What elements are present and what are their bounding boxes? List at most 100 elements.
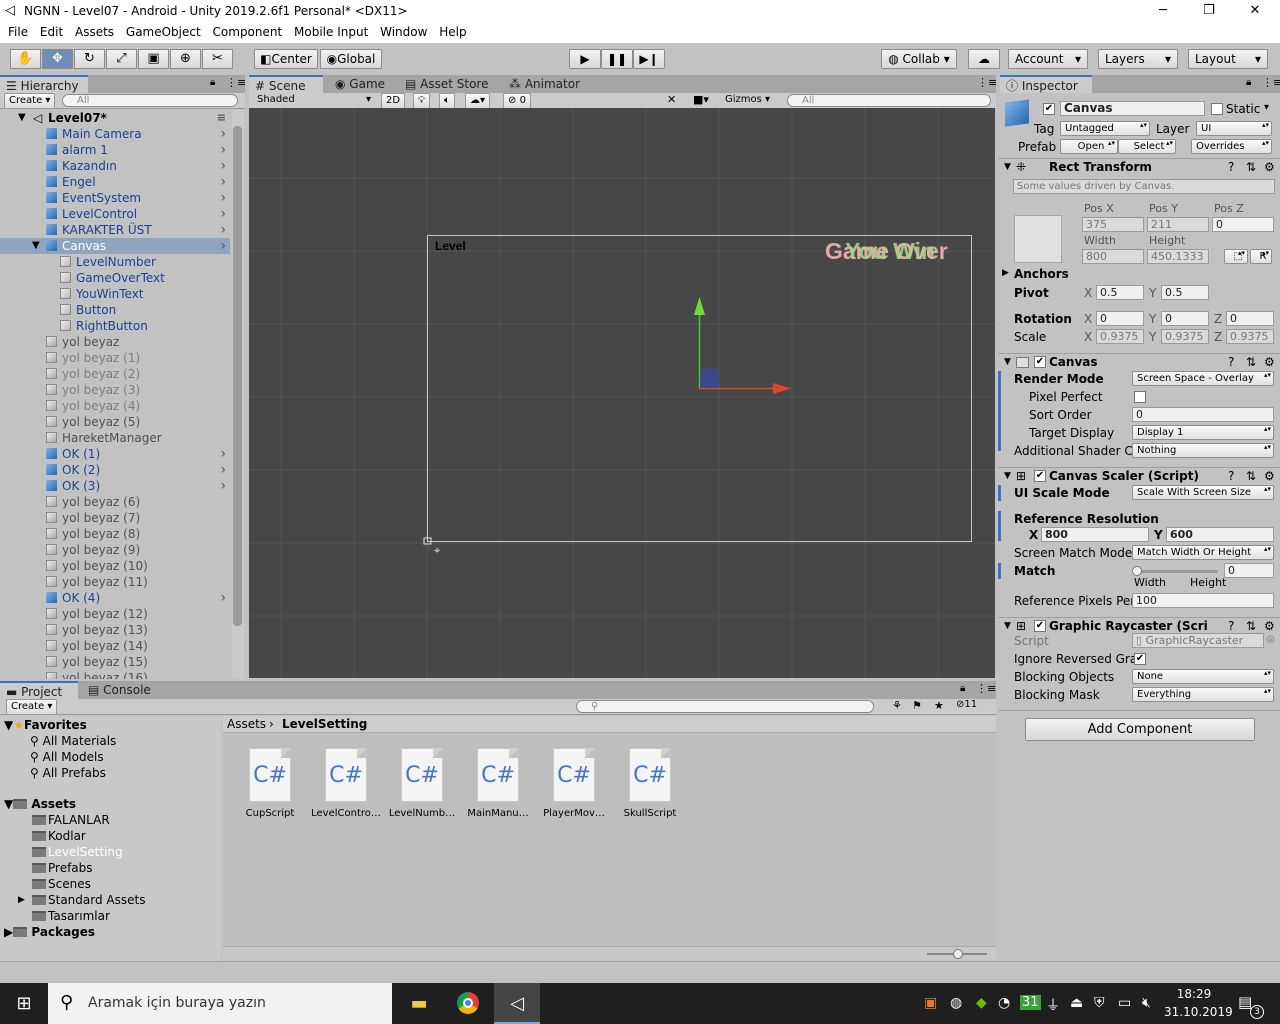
menu-mobile-input[interactable]: Mobile Input bbox=[286, 22, 368, 39]
clock-date[interactable]: 31.10.2019 bbox=[1164, 1005, 1233, 1019]
posz-field[interactable]: 0 bbox=[1212, 217, 1274, 232]
usb-icon[interactable]: ⏏ bbox=[1070, 995, 1083, 1011]
hierarchy-item[interactable]: yol beyaz (14) bbox=[0, 638, 230, 654]
target-display-dropdown[interactable]: Display 1 bbox=[1132, 425, 1274, 440]
tag-dropdown[interactable]: Untagged bbox=[1060, 121, 1150, 136]
render-mode-dropdown[interactable]: Screen Space - Overlay bbox=[1132, 371, 1274, 386]
hierarchy-item[interactable]: yol beyaz (9) bbox=[0, 542, 230, 558]
hierarchy-item[interactable]: yol beyaz (2) bbox=[0, 366, 230, 382]
pivot-center-button[interactable]: ◧Center bbox=[254, 49, 318, 69]
ref-res-y-field[interactable]: 600 bbox=[1166, 527, 1274, 542]
breadcrumb-assets[interactable]: Assets bbox=[227, 716, 266, 732]
nvidia-icon[interactable]: ◆ bbox=[976, 995, 987, 1011]
maximize-button[interactable]: ❐ bbox=[1186, 0, 1232, 22]
tray-icon[interactable]: ⏚ bbox=[1046, 995, 1060, 1015]
posy-field[interactable]: 211 bbox=[1147, 217, 1209, 232]
hierarchy-item[interactable]: YouWinText bbox=[0, 286, 230, 302]
hierarchy-item[interactable]: ▼ Canvas › bbox=[0, 238, 230, 254]
object-picker-icon[interactable]: ◎ bbox=[1266, 634, 1275, 645]
open-prefab-arrow-icon[interactable]: › bbox=[220, 126, 226, 142]
tab-inspector[interactable]: ⓘ Inspector bbox=[1000, 75, 1092, 93]
settings-gear-icon[interactable]: ⚙ bbox=[1264, 354, 1275, 371]
open-prefab-arrow-icon[interactable]: › bbox=[220, 238, 226, 254]
panel-menu-icon[interactable]: ⋮≡ bbox=[226, 76, 246, 89]
pivot-y-field[interactable]: 0.5 bbox=[1161, 285, 1209, 300]
prefab-select-button[interactable]: Select bbox=[1118, 139, 1176, 154]
open-prefab-arrow-icon[interactable]: › bbox=[220, 190, 226, 206]
hierarchy-item[interactable]: EventSystem › bbox=[0, 190, 230, 206]
tray-icon[interactable]: ◔ bbox=[998, 995, 1010, 1011]
hierarchy-item[interactable]: yol beyaz (16) bbox=[0, 670, 230, 679]
hierarchy-create-button[interactable]: Create ▾ bbox=[4, 93, 56, 109]
menu-edit[interactable]: Edit bbox=[32, 22, 63, 39]
open-prefab-arrow-icon[interactable]: › bbox=[220, 206, 226, 222]
hierarchy-item[interactable]: yol beyaz (8) bbox=[0, 526, 230, 542]
script-asset[interactable]: C# LevelContro… bbox=[310, 748, 382, 819]
static-checkbox[interactable] bbox=[1211, 103, 1223, 115]
settings-gear-icon[interactable]: ⚙ bbox=[1264, 159, 1275, 176]
panel-menu-icon[interactable]: ⋮≡ bbox=[976, 682, 996, 695]
rect-tool-icon[interactable]: ▣ bbox=[138, 49, 169, 69]
hierarchy-item[interactable]: yol beyaz (5) bbox=[0, 414, 230, 430]
expand-arrow-icon[interactable]: ▼ bbox=[32, 238, 40, 254]
object-name-field[interactable]: Canvas bbox=[1060, 101, 1205, 116]
active-checkbox[interactable]: ✔ bbox=[1043, 103, 1055, 115]
rotation-y-field[interactable]: 0 bbox=[1161, 311, 1209, 326]
prefab-overrides-dropdown[interactable]: Overrides bbox=[1191, 139, 1272, 154]
icon-size-thumb[interactable] bbox=[953, 949, 963, 959]
filter-type-icon[interactable]: ⚘ bbox=[892, 699, 902, 712]
clock-time[interactable]: 18:29 bbox=[1164, 987, 1224, 1001]
hierarchy-item[interactable]: yol beyaz (6) bbox=[0, 494, 230, 510]
y-arrow-icon[interactable] bbox=[694, 297, 705, 315]
preset-icon[interactable]: ⇅ bbox=[1246, 468, 1256, 485]
sort-order-field[interactable]: 0 bbox=[1132, 407, 1274, 422]
settings-gear-icon[interactable]: ⚙ bbox=[1264, 618, 1275, 635]
audio-toggle-icon[interactable]: 🔈︎ bbox=[439, 93, 455, 109]
scale-tool-icon[interactable]: ⤢ bbox=[106, 49, 137, 69]
hierarchy-item[interactable]: LevelControl › bbox=[0, 206, 230, 222]
scene-search-input[interactable]: All bbox=[787, 94, 991, 107]
canvas-scaler-header[interactable]: ▼ ⊞ ✔ Canvas Scaler (Script) ? ⇅ ⚙ bbox=[998, 467, 1280, 484]
script-field[interactable]: ▯ GraphicRaycaster bbox=[1132, 633, 1264, 648]
menu-file[interactable]: File bbox=[0, 22, 28, 39]
account-dropdown[interactable]: Account ▾ bbox=[1008, 49, 1088, 69]
rotation-x-field[interactable]: 0 bbox=[1096, 311, 1144, 326]
help-icon[interactable]: ? bbox=[1228, 354, 1234, 371]
icon-size-slider[interactable] bbox=[927, 949, 987, 959]
hierarchy-item[interactable]: HareketManager bbox=[0, 430, 230, 446]
blocking-mask-dropdown[interactable]: Everything bbox=[1132, 687, 1274, 702]
tab-game[interactable]: ◉ Game bbox=[329, 75, 399, 93]
favorites-row[interactable]: ▼★Favorites bbox=[4, 717, 87, 733]
static-dropdown-icon[interactable]: ▾ bbox=[1264, 102, 1269, 113]
favorite-item[interactable]: ⚲ All Models bbox=[30, 749, 104, 765]
pivot-x-field[interactable]: 0.5 bbox=[1096, 285, 1144, 300]
expand-arrow-icon[interactable]: ▶ bbox=[18, 892, 25, 908]
tray-app-icon[interactable]: ▣ bbox=[924, 995, 937, 1011]
collapse-arrow-icon[interactable]: ▼ bbox=[1004, 354, 1011, 371]
width-field[interactable]: 800 bbox=[1082, 249, 1144, 264]
minimize-button[interactable]: ─ bbox=[1140, 0, 1186, 22]
shading-dropdown[interactable]: Shaded ▾ bbox=[253, 93, 373, 107]
favorite-star-icon[interactable]: ★ bbox=[934, 699, 944, 712]
camera-icon[interactable]: ■▾ bbox=[693, 93, 709, 106]
scene-row[interactable]: ▼ ◁ Level07* ≡ bbox=[0, 110, 230, 126]
hierarchy-item[interactable]: OK (3) › bbox=[0, 478, 230, 494]
effects-toggle-icon[interactable]: ☁▾ bbox=[465, 93, 491, 109]
x-arrow-icon[interactable] bbox=[773, 383, 791, 394]
layer-dropdown[interactable]: UI bbox=[1196, 121, 1272, 136]
assets-root-row[interactable]: ▼ Assets bbox=[4, 796, 76, 812]
hierarchy-item[interactable]: Main Camera › bbox=[0, 126, 230, 142]
collapse-arrow-icon[interactable]: ▼ bbox=[1004, 159, 1011, 176]
project-search-input[interactable]: ⚲ bbox=[576, 700, 874, 713]
close-button[interactable]: ✕ bbox=[1232, 0, 1278, 22]
expand-arrow-icon[interactable]: ▶ bbox=[1002, 268, 1009, 278]
lighting-toggle-icon[interactable]: 💡︎ bbox=[413, 93, 430, 109]
script-asset[interactable]: C# CupScript bbox=[234, 748, 306, 819]
scaler-enabled-checkbox[interactable]: ✔ bbox=[1034, 470, 1046, 482]
open-prefab-arrow-icon[interactable]: › bbox=[220, 590, 226, 606]
calendar-icon[interactable]: 31 bbox=[1020, 995, 1041, 1010]
transform-tool-icon[interactable]: ⊕ bbox=[170, 49, 201, 69]
ignore-reversed-checkbox[interactable]: ✔ bbox=[1134, 653, 1146, 665]
hierarchy-item[interactable]: LevelNumber bbox=[0, 254, 230, 270]
packages-row[interactable]: ▶ Packages bbox=[4, 924, 95, 940]
